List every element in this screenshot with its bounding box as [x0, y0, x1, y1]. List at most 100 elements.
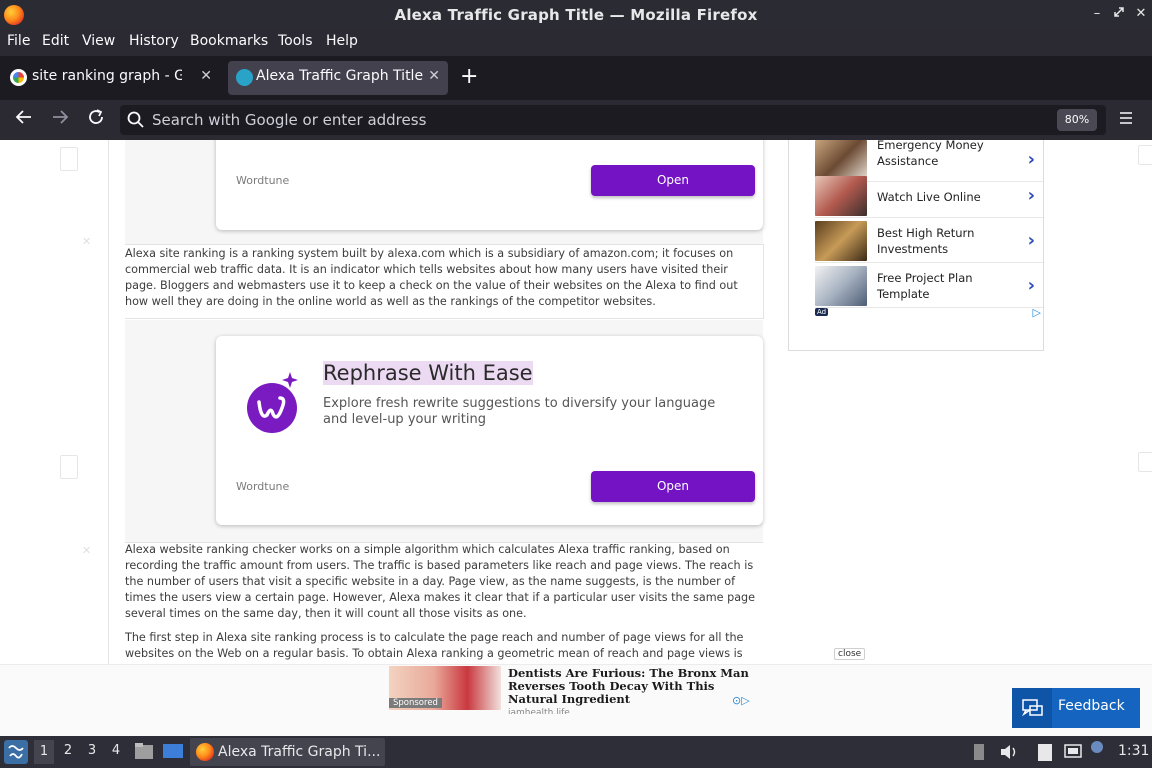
- wordtune-ad-card-top[interactable]: Wordtune Open: [216, 140, 763, 230]
- workspace-3[interactable]: 3: [82, 743, 102, 758]
- show-desktop-icon: [163, 744, 183, 758]
- left-rail-divider: [108, 140, 109, 736]
- taskbar-clock: 1:31: [1118, 743, 1150, 759]
- network-icon[interactable]: [1063, 742, 1083, 766]
- ad-link-investments[interactable]: Best High Return Investments ›: [815, 221, 1043, 263]
- ad-thumbnail: [815, 221, 867, 261]
- forward-button[interactable]: [48, 108, 72, 131]
- battery-icon[interactable]: [972, 742, 986, 766]
- sponsored-links-widget: Emergency Money Assistance › Watch Live …: [788, 140, 1044, 351]
- wordtune-ad-card[interactable]: Rephrase With Ease Explore fresh rewrite…: [216, 336, 763, 525]
- taskbar-firefox-window[interactable]: Alexa Traffic Graph Ti...: [190, 738, 385, 766]
- search-icon: [127, 111, 144, 128]
- forward-arrow-icon: [53, 110, 69, 124]
- firefox-logo-icon: [196, 743, 214, 761]
- article-paragraph: The first step in Alexa site ranking pro…: [125, 631, 744, 660]
- site-favicon-icon: [236, 69, 253, 86]
- ad-link-watch-live[interactable]: Watch Live Online ›: [815, 176, 1043, 218]
- menu-bookmarks[interactable]: Bookmarks: [190, 33, 268, 49]
- clipboard-icon[interactable]: [1036, 742, 1054, 766]
- faded-document-icon: [60, 147, 78, 171]
- faded-close-icon: ✕: [82, 544, 92, 557]
- banner-ad-headline[interactable]: Dentists Are Furious: The Bronx Man Reve…: [508, 667, 753, 706]
- close-tab-icon[interactable]: ✕: [428, 68, 440, 84]
- file-manager-icon: [135, 743, 153, 759]
- article-paragraph: Alexa site ranking is a ranking system b…: [125, 247, 738, 308]
- chevron-right-icon: ›: [1027, 185, 1035, 206]
- tab-google-search[interactable]: site ranking graph - Google Search ✕: [2, 61, 220, 95]
- feedback-icon: [1022, 699, 1043, 717]
- screen: Alexa Traffic Graph Title — Mozilla Fire…: [0, 0, 1152, 768]
- faded-document-icon: [1138, 145, 1152, 165]
- maximize-button[interactable]: [1110, 6, 1128, 22]
- sponsored-label: Sponsored: [389, 698, 442, 708]
- ad-open-button[interactable]: Open: [591, 471, 755, 502]
- feedback-icon-box: [1012, 688, 1052, 728]
- chevron-right-icon: ›: [1027, 275, 1035, 296]
- ad-thumbnail: [815, 140, 867, 180]
- zoom-level-button[interactable]: 80%: [1057, 109, 1097, 131]
- menu-history[interactable]: History: [129, 33, 179, 49]
- bottom-banner-ad[interactable]: Sponsored Dentists Are Furious: The Bron…: [0, 664, 1152, 736]
- menu-bar: File Edit View History Bookmarks Tools H…: [0, 30, 1152, 56]
- desktop-taskbar: 1 2 3 4 Alexa Traffic Graph Ti... 1:31: [0, 736, 1152, 768]
- ad-open-button[interactable]: Open: [591, 165, 755, 196]
- menu-view[interactable]: View: [82, 33, 115, 49]
- app-menu-button[interactable]: [1118, 110, 1134, 130]
- menu-tools[interactable]: Tools: [278, 33, 313, 49]
- ad-thumbnail: [815, 176, 867, 216]
- workspace-1[interactable]: 1: [34, 740, 54, 764]
- ad-headline-text: Rephrase With Ease: [323, 361, 533, 385]
- chevron-right-icon: ›: [1027, 230, 1035, 251]
- ad-link-text: Free Project Plan Template: [877, 271, 973, 301]
- desktop-launcher[interactable]: [162, 741, 184, 765]
- reload-button[interactable]: [84, 108, 108, 131]
- window-titlebar: Alexa Traffic Graph Title — Mozilla Fire…: [0, 0, 1152, 30]
- faded-document-icon: [60, 455, 78, 479]
- ad-headline: Rephrase With Ease: [323, 361, 533, 385]
- ad-brand: Wordtune: [236, 480, 290, 493]
- ad-description: Explore fresh rewrite suggestions to div…: [323, 396, 716, 427]
- banner-ad-source: iamhealth.life: [508, 708, 570, 714]
- volume-icon[interactable]: [999, 742, 1019, 766]
- address-bar[interactable]: 80%: [120, 105, 1106, 135]
- close-tab-icon[interactable]: ✕: [200, 68, 212, 84]
- faded-close-icon: ✕: [82, 235, 92, 248]
- feedback-button[interactable]: Feedback: [1012, 688, 1140, 728]
- close-window-button[interactable]: ✕: [1132, 6, 1150, 21]
- back-arrow-icon: [15, 110, 31, 124]
- back-button[interactable]: [12, 108, 36, 131]
- workspace-2[interactable]: 2: [58, 743, 78, 758]
- faded-document-icon: [1138, 452, 1152, 472]
- file-manager-launcher[interactable]: [134, 741, 154, 765]
- workspace-4[interactable]: 4: [106, 743, 126, 758]
- divider: [125, 318, 763, 319]
- address-input[interactable]: [152, 110, 1032, 130]
- close-ad-button[interactable]: close: [834, 648, 866, 660]
- new-tab-button[interactable]: +: [460, 64, 478, 89]
- tab-label: site ranking graph - Google Search: [32, 68, 182, 84]
- menu-edit[interactable]: Edit: [42, 33, 69, 49]
- page-content: ✕ ✕ Wordtune Open Alexa site ranking is …: [0, 140, 1152, 736]
- notification-icon[interactable]: [1090, 740, 1104, 758]
- minimize-button[interactable]: –: [1088, 6, 1106, 21]
- tab-alexa-traffic[interactable]: Alexa Traffic Graph Title ✕: [228, 61, 448, 95]
- article-paragraph: Alexa website ranking checker works on a…: [125, 543, 756, 620]
- maximize-icon: [1114, 7, 1124, 17]
- ad-link-project-plan[interactable]: Free Project Plan Template ›: [815, 266, 1043, 308]
- tab-bar: site ranking graph - Google Search ✕ Ale…: [0, 56, 1152, 100]
- tab-label: Alexa Traffic Graph Title: [256, 68, 424, 84]
- wordtune-logo-icon: [247, 372, 298, 433]
- divider: [763, 244, 764, 319]
- ad-link-text: Emergency Money Assistance: [877, 140, 984, 168]
- start-menu-icon: [8, 745, 24, 759]
- adchoices-icon[interactable]: ⊙▷: [732, 694, 750, 707]
- ad-label: Ad: [815, 308, 829, 316]
- start-menu-button[interactable]: [4, 740, 28, 764]
- menu-file[interactable]: File: [7, 33, 30, 49]
- adchoices-icon[interactable]: ▷: [1033, 306, 1041, 319]
- ad-brand: Wordtune: [236, 174, 290, 187]
- divider: [125, 244, 763, 245]
- ad-link-text: Best High Return Investments: [877, 226, 975, 256]
- menu-help[interactable]: Help: [326, 33, 358, 49]
